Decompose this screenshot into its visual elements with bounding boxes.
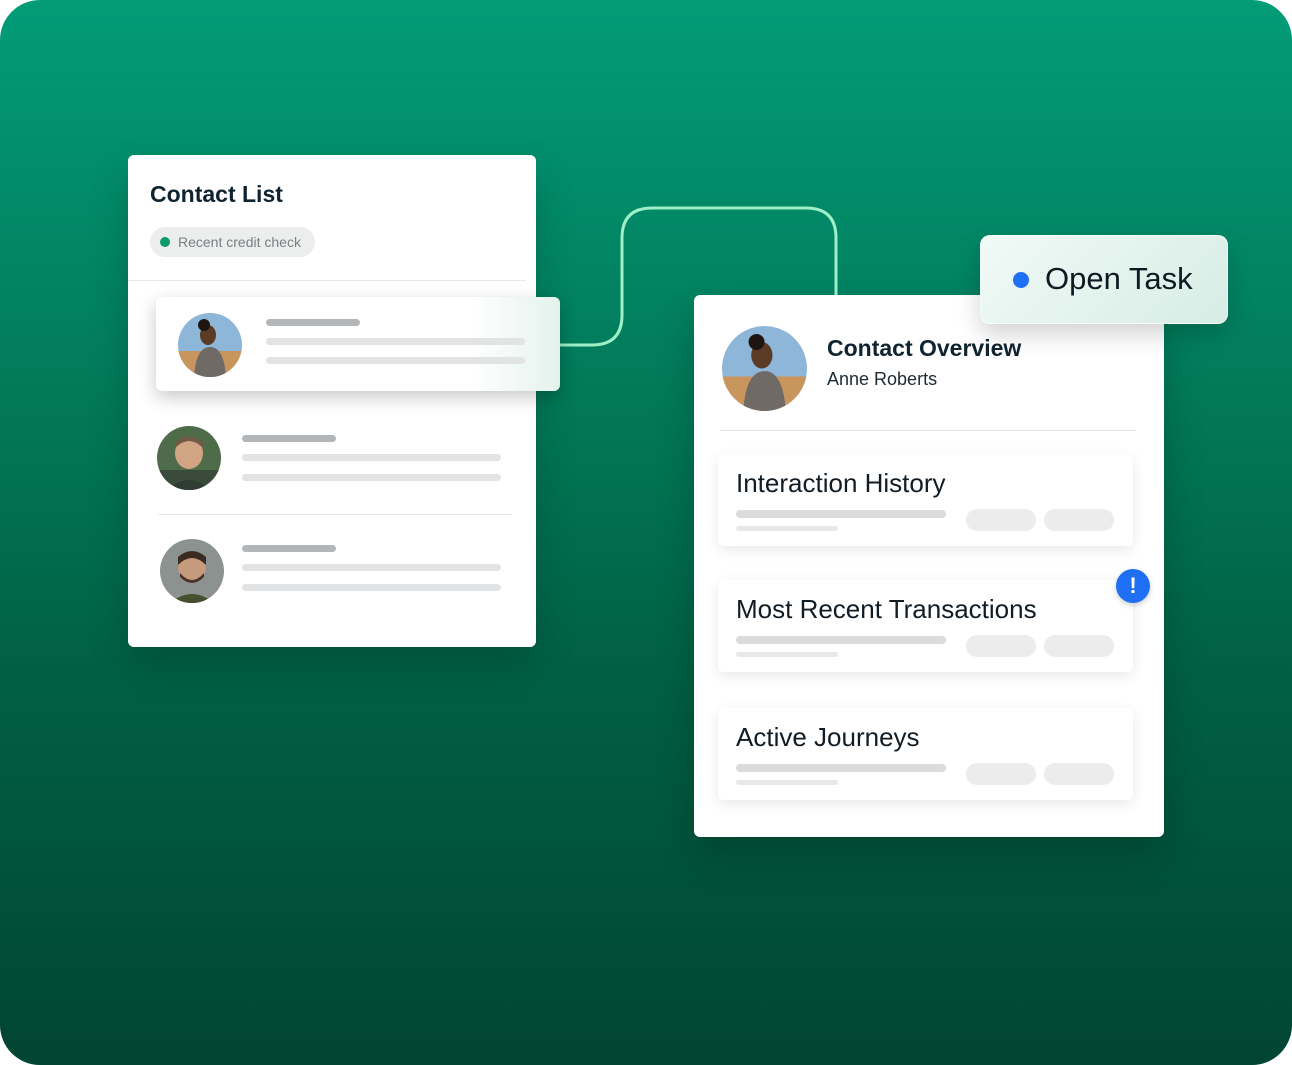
placeholder-bar xyxy=(736,510,946,518)
placeholder-bar xyxy=(266,338,525,345)
placeholder-bar xyxy=(242,545,336,552)
section-active-journeys[interactable]: Active Journeys xyxy=(718,708,1133,800)
section-title: Active Journeys xyxy=(736,722,920,752)
contact-name: Anne Roberts xyxy=(827,369,938,389)
contact-list-title: Contact List xyxy=(150,181,283,207)
status-dot-icon xyxy=(160,237,170,247)
placeholder-pill xyxy=(1044,763,1114,785)
avatar xyxy=(160,539,224,603)
status-dot-icon xyxy=(1013,272,1029,288)
open-task-badge[interactable]: Open Task xyxy=(980,235,1228,324)
placeholder-bar xyxy=(242,564,501,571)
placeholder-bar xyxy=(242,584,501,591)
selected-contact-row[interactable] xyxy=(156,297,560,391)
filter-chip-label: Recent credit check xyxy=(178,234,301,250)
contact-list-card: Contact List Recent credit check xyxy=(128,155,536,647)
open-task-label: Open Task xyxy=(1045,261,1193,296)
placeholder-bar xyxy=(736,764,946,772)
avatar xyxy=(178,313,242,377)
contact-overview-card: Contact Overview Anne Roberts Interactio… xyxy=(694,295,1164,837)
placeholder-bar xyxy=(242,454,501,461)
contact-overview-title: Contact Overview xyxy=(827,335,1022,361)
section-interaction-history[interactable]: Interaction History xyxy=(718,454,1133,546)
placeholder-bar xyxy=(266,357,525,364)
divider xyxy=(128,280,526,281)
placeholder-pill xyxy=(966,763,1036,785)
section-title: Interaction History xyxy=(736,468,946,498)
placeholder-bar xyxy=(242,435,336,442)
section-title: Most Recent Transactions xyxy=(736,594,1037,624)
alert-icon[interactable]: ! xyxy=(1116,569,1150,603)
divider xyxy=(158,514,512,515)
placeholder-pill xyxy=(1044,509,1114,531)
placeholder-bar xyxy=(736,780,838,785)
avatar xyxy=(157,426,221,490)
avatar xyxy=(722,326,807,411)
canvas-background: Contact List Recent credit check Contact… xyxy=(0,0,1292,1065)
placeholder-bar xyxy=(266,319,360,326)
filter-chip[interactable]: Recent credit check xyxy=(150,227,315,257)
placeholder-pill xyxy=(1044,635,1114,657)
placeholder-bar xyxy=(736,652,838,657)
placeholder-bar xyxy=(736,526,838,531)
placeholder-bar xyxy=(242,474,501,481)
divider xyxy=(720,430,1136,431)
placeholder-bar xyxy=(736,636,946,644)
placeholder-pill xyxy=(966,509,1036,531)
section-most-recent-transactions[interactable]: Most Recent Transactions xyxy=(718,580,1133,672)
placeholder-pill xyxy=(966,635,1036,657)
